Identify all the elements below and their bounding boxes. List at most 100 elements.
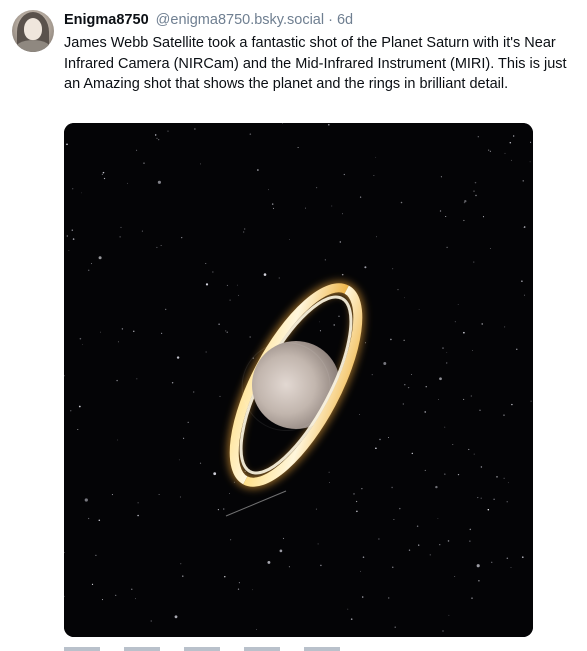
star: [218, 323, 220, 325]
star: [425, 386, 427, 388]
avatar-face: [24, 18, 42, 40]
star: [388, 437, 389, 438]
star: [297, 146, 299, 149]
star: [470, 395, 472, 397]
star: [199, 462, 202, 464]
star: [343, 173, 345, 176]
star: [205, 263, 207, 264]
star: [478, 580, 480, 582]
star: [489, 150, 491, 152]
star: [361, 596, 364, 598]
star: [84, 498, 88, 502]
star: [81, 192, 82, 194]
author-display-name[interactable]: Enigma8750: [64, 12, 149, 28]
star: [103, 177, 106, 180]
meta-separator: ·: [328, 12, 337, 28]
star: [305, 207, 306, 209]
star: [392, 268, 394, 270]
star: [98, 256, 102, 260]
star: [161, 332, 163, 334]
star: [226, 284, 228, 286]
star: [464, 200, 467, 203]
star: [272, 207, 275, 209]
star: [135, 598, 136, 600]
star: [530, 141, 532, 143]
star: [111, 494, 113, 496]
star: [282, 537, 285, 539]
star: [101, 599, 103, 601]
saturn-image: [64, 123, 533, 637]
star: [98, 519, 101, 522]
star: [137, 514, 139, 517]
star: [328, 482, 330, 483]
star: [282, 123, 283, 124]
star: [316, 187, 318, 189]
star: [333, 324, 335, 326]
star: [244, 228, 246, 230]
star: [136, 378, 138, 380]
star: [243, 231, 245, 233]
star: [279, 549, 283, 553]
star: [471, 597, 473, 599]
next-post-preview: [64, 647, 344, 651]
author-avatar[interactable]: [12, 10, 54, 52]
star: [141, 230, 143, 232]
star: [418, 308, 420, 310]
star: [341, 273, 344, 276]
star: [480, 466, 483, 468]
star: [225, 330, 227, 332]
star: [376, 236, 377, 238]
star: [143, 162, 145, 164]
star: [117, 439, 119, 441]
star: [473, 261, 475, 263]
star: [181, 236, 183, 239]
star: [521, 280, 523, 282]
star: [444, 473, 446, 475]
star: [473, 190, 475, 192]
star: [233, 481, 235, 483]
star: [91, 583, 94, 585]
star: [158, 494, 160, 496]
post-card[interactable]: Enigma8750 @enigma8750.bsky.social · 6d …: [0, 0, 587, 651]
star: [213, 472, 217, 476]
author-handle[interactable]: @enigma8750.bsky.social: [156, 12, 324, 28]
star: [205, 351, 207, 353]
star: [511, 403, 513, 406]
star: [491, 561, 493, 563]
star: [447, 540, 450, 542]
star: [117, 341, 119, 343]
star: [439, 544, 441, 546]
star: [136, 149, 138, 151]
star: [179, 496, 181, 498]
post-image[interactable]: [64, 123, 533, 637]
star: [176, 356, 180, 359]
star: [356, 510, 358, 513]
star: [119, 236, 121, 238]
star: [157, 180, 161, 184]
star: [387, 597, 390, 599]
star: [479, 409, 481, 411]
star: [437, 518, 439, 519]
star: [271, 203, 274, 205]
star: [288, 566, 290, 568]
star: [238, 294, 240, 296]
star: [375, 447, 377, 450]
star: [238, 582, 240, 584]
star: [127, 182, 128, 184]
star: [503, 414, 505, 416]
star: [375, 156, 377, 158]
star: [183, 437, 185, 439]
star: [391, 486, 393, 489]
star: [530, 400, 532, 402]
star: [424, 411, 426, 413]
star: [403, 339, 405, 341]
star: [78, 405, 81, 408]
star: [116, 379, 118, 382]
star: [353, 493, 355, 495]
star: [523, 226, 526, 228]
star: [442, 347, 444, 349]
star: [463, 331, 465, 334]
post-timestamp[interactable]: 6d: [337, 12, 353, 28]
star: [158, 139, 160, 141]
star: [339, 241, 342, 243]
